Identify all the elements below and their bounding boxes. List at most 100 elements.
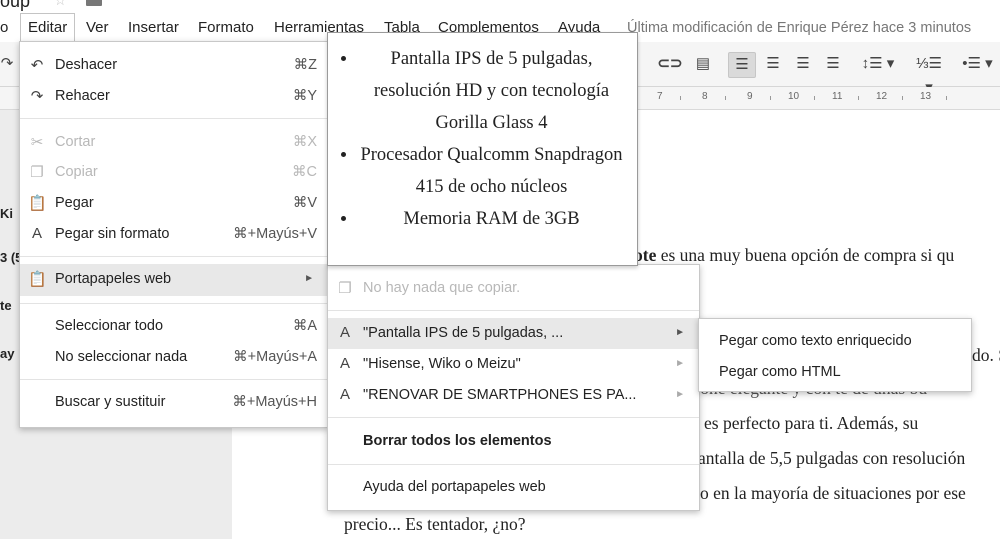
- copy-icon: ❐: [30, 164, 44, 181]
- ruler-tick: [680, 96, 681, 100]
- menu-item-buscar-y-sustituir[interactable]: Buscar y sustituir ⌘+Mayús+H: [20, 387, 328, 418]
- menu-item-shortcut: ⌘+Mayús+V: [233, 226, 317, 242]
- clear-all-button[interactable]: Borrar todos los elementos: [328, 426, 699, 457]
- numbered-list-icon[interactable]: ⅓☰ ▾: [912, 52, 946, 96]
- copy-icon: ❐: [338, 280, 352, 297]
- align-left-icon[interactable]: ☰: [728, 52, 756, 78]
- menu-item-label: No hay nada que copiar.: [363, 280, 521, 296]
- menu-item-shortcut: ⌘C: [292, 164, 317, 180]
- text-format-icon: A: [339, 355, 350, 372]
- menu-item-label: Buscar y sustituir: [55, 394, 166, 410]
- menu-item-label: Borrar todos los elementos: [363, 433, 552, 449]
- clipboard-item-3[interactable]: A "RENOVAR DE SMARTPHONES ES PA... ►: [328, 380, 699, 411]
- menu-item-pegar-sin-formato[interactable]: A Pegar sin formato ⌘+Mayús+V: [20, 219, 328, 250]
- menu-item-pegar[interactable]: 📋 Pegar ⌘V: [20, 188, 328, 219]
- menu-item-no-seleccionar-nada[interactable]: No seleccionar nada ⌘+Mayús+A: [20, 342, 328, 373]
- doc-line: es perfecto para ti. Además, su: [704, 413, 919, 433]
- clipboard-help-link[interactable]: Ayuda del portapapeles web: [328, 472, 699, 503]
- menu-item-label: Portapapeles web: [55, 271, 172, 287]
- paste-icon: 📋: [28, 195, 47, 212]
- menu-separator: [20, 256, 328, 257]
- menu-separator: [328, 464, 699, 465]
- comment-icon[interactable]: ▤: [690, 52, 716, 76]
- ruler-tick: [858, 96, 859, 100]
- edit-menu: ↶ Deshacer ⌘Z ↷ Rehacer ⌘Y ✂ Cortar ⌘X ❐…: [19, 41, 329, 428]
- menu-item-cortar[interactable]: ✂ Cortar ⌘X: [20, 127, 328, 158]
- star-icon[interactable]: ☆: [54, 0, 67, 9]
- menu-item-label: Seleccionar todo: [55, 318, 164, 334]
- menu-item-shortcut: ⌘X: [292, 134, 317, 150]
- menu-item-label: Copiar: [55, 164, 98, 180]
- paste-plain-icon: A: [31, 225, 42, 242]
- menu-item-label: No seleccionar nada: [55, 349, 188, 365]
- ruler-tick: [725, 96, 726, 100]
- menu-item-shortcut: ⌘Z: [293, 57, 317, 73]
- menu-item-seleccionar-todo[interactable]: Seleccionar todo ⌘A: [20, 311, 328, 342]
- doc-line: ote es una muy buena opción de compra si…: [634, 245, 954, 266]
- redo-icon: ↷: [30, 88, 44, 105]
- menu-item-shortcut: ⌘Y: [292, 88, 317, 104]
- text-format-icon: A: [339, 386, 350, 403]
- doc-text: es una muy buena opción de compra si qu: [656, 245, 955, 265]
- menu-item-label: Pegar como HTML: [719, 364, 841, 380]
- submenu-arrow-icon: ►: [304, 273, 314, 284]
- menu-item-label: Deshacer: [55, 57, 118, 73]
- preview-bullet: Procesador Qualcomm Snapdragon 415 de oc…: [358, 139, 625, 203]
- menu-separator: [20, 118, 328, 119]
- web-clipboard-icon: 📋: [28, 271, 47, 288]
- align-right-icon[interactable]: ☰: [790, 52, 816, 76]
- menu-ver[interactable]: Ver: [86, 14, 109, 42]
- menu-formato[interactable]: Formato: [198, 14, 254, 42]
- menu-item-shortcut: ⌘+Mayús+A: [233, 349, 317, 365]
- menu-insertar[interactable]: Insertar: [128, 14, 179, 42]
- clipboard-item-1[interactable]: A "Pantalla IPS de 5 pulgadas, ... ►: [328, 318, 699, 349]
- align-center-icon[interactable]: ☰: [760, 52, 786, 76]
- menu-item-label: "Pantalla IPS de 5 pulgadas, ...: [363, 325, 564, 341]
- doc-line: precio... Es tentador, ¿no?: [344, 514, 526, 534]
- menu-separator: [20, 379, 328, 380]
- paste-html-item[interactable]: Pegar como HTML: [699, 357, 971, 388]
- submenu-arrow-icon: ►: [675, 389, 685, 400]
- line-spacing-icon[interactable]: ↕☰ ▾: [858, 52, 898, 76]
- outline-item[interactable]: Ki: [0, 206, 13, 221]
- submenu-arrow-icon: ►: [675, 358, 685, 369]
- folder-icon[interactable]: [86, 0, 102, 6]
- ruler-tick: [814, 96, 815, 100]
- menu-editar[interactable]: Editar: [20, 13, 76, 42]
- menu-item-portapapeles-web[interactable]: 📋 Portapapeles web ►: [20, 264, 328, 296]
- document-title[interactable]: oup: [0, 0, 30, 12]
- menu-item-shortcut: ⌘V: [292, 195, 317, 211]
- paste-rich-text-item[interactable]: Pegar como texto enriquecido: [699, 326, 971, 357]
- ruler-tick: [902, 96, 903, 100]
- cut-icon: ✂: [30, 134, 44, 151]
- menu-item-label: "Hisense, Wiko o Meizu": [363, 356, 521, 372]
- doc-line: do. Si: [972, 345, 1000, 365]
- menu-item-deshacer[interactable]: ↶ Deshacer ⌘Z: [20, 50, 328, 81]
- web-clipboard-menu: ❐ No hay nada que copiar. A "Pantalla IP…: [327, 264, 700, 511]
- outline-item[interactable]: te: [0, 298, 12, 313]
- redo-partial-icon[interactable]: ↷: [0, 52, 14, 76]
- menu-item-label: Cortar: [55, 134, 96, 150]
- clipboard-item-2[interactable]: A "Hisense, Wiko o Meizu" ►: [328, 349, 699, 380]
- menu-archivo[interactable]: o: [0, 14, 8, 42]
- preview-bullet: Pantalla IPS de 5 pulgadas, resolución H…: [358, 43, 625, 139]
- clipboard-empty-item: ❐ No hay nada que copiar.: [328, 273, 699, 304]
- menu-separator: [328, 417, 699, 418]
- ruler-number: 9: [747, 91, 753, 102]
- menu-item-rehacer[interactable]: ↷ Rehacer ⌘Y: [20, 81, 328, 112]
- preview-bullet: Memoria RAM de 3GB: [358, 203, 625, 235]
- menu-item-label: Pegar: [55, 195, 94, 211]
- ruler-tick: [770, 96, 771, 100]
- submenu-arrow-icon: ►: [675, 327, 685, 338]
- align-justify-icon[interactable]: ☰: [820, 52, 846, 76]
- menu-item-shortcut: ⌘+Mayús+H: [232, 394, 317, 410]
- ruler-number: 13: [920, 91, 932, 102]
- menu-item-copiar[interactable]: ❐ Copiar ⌘C: [20, 157, 328, 188]
- ruler-number: 12: [876, 91, 888, 102]
- link-icon[interactable]: ⊂⊃: [655, 52, 685, 76]
- doc-line: o en la mayoría de situaciones por ese: [700, 483, 966, 503]
- clipboard-preview: Pantalla IPS de 5 pulgadas, resolución H…: [327, 32, 638, 266]
- bulleted-list-icon[interactable]: •☰ ▾: [955, 52, 1000, 76]
- menu-separator: [20, 303, 328, 304]
- last-modified-link[interactable]: Última modificación de Enrique Pérez hac…: [627, 14, 971, 42]
